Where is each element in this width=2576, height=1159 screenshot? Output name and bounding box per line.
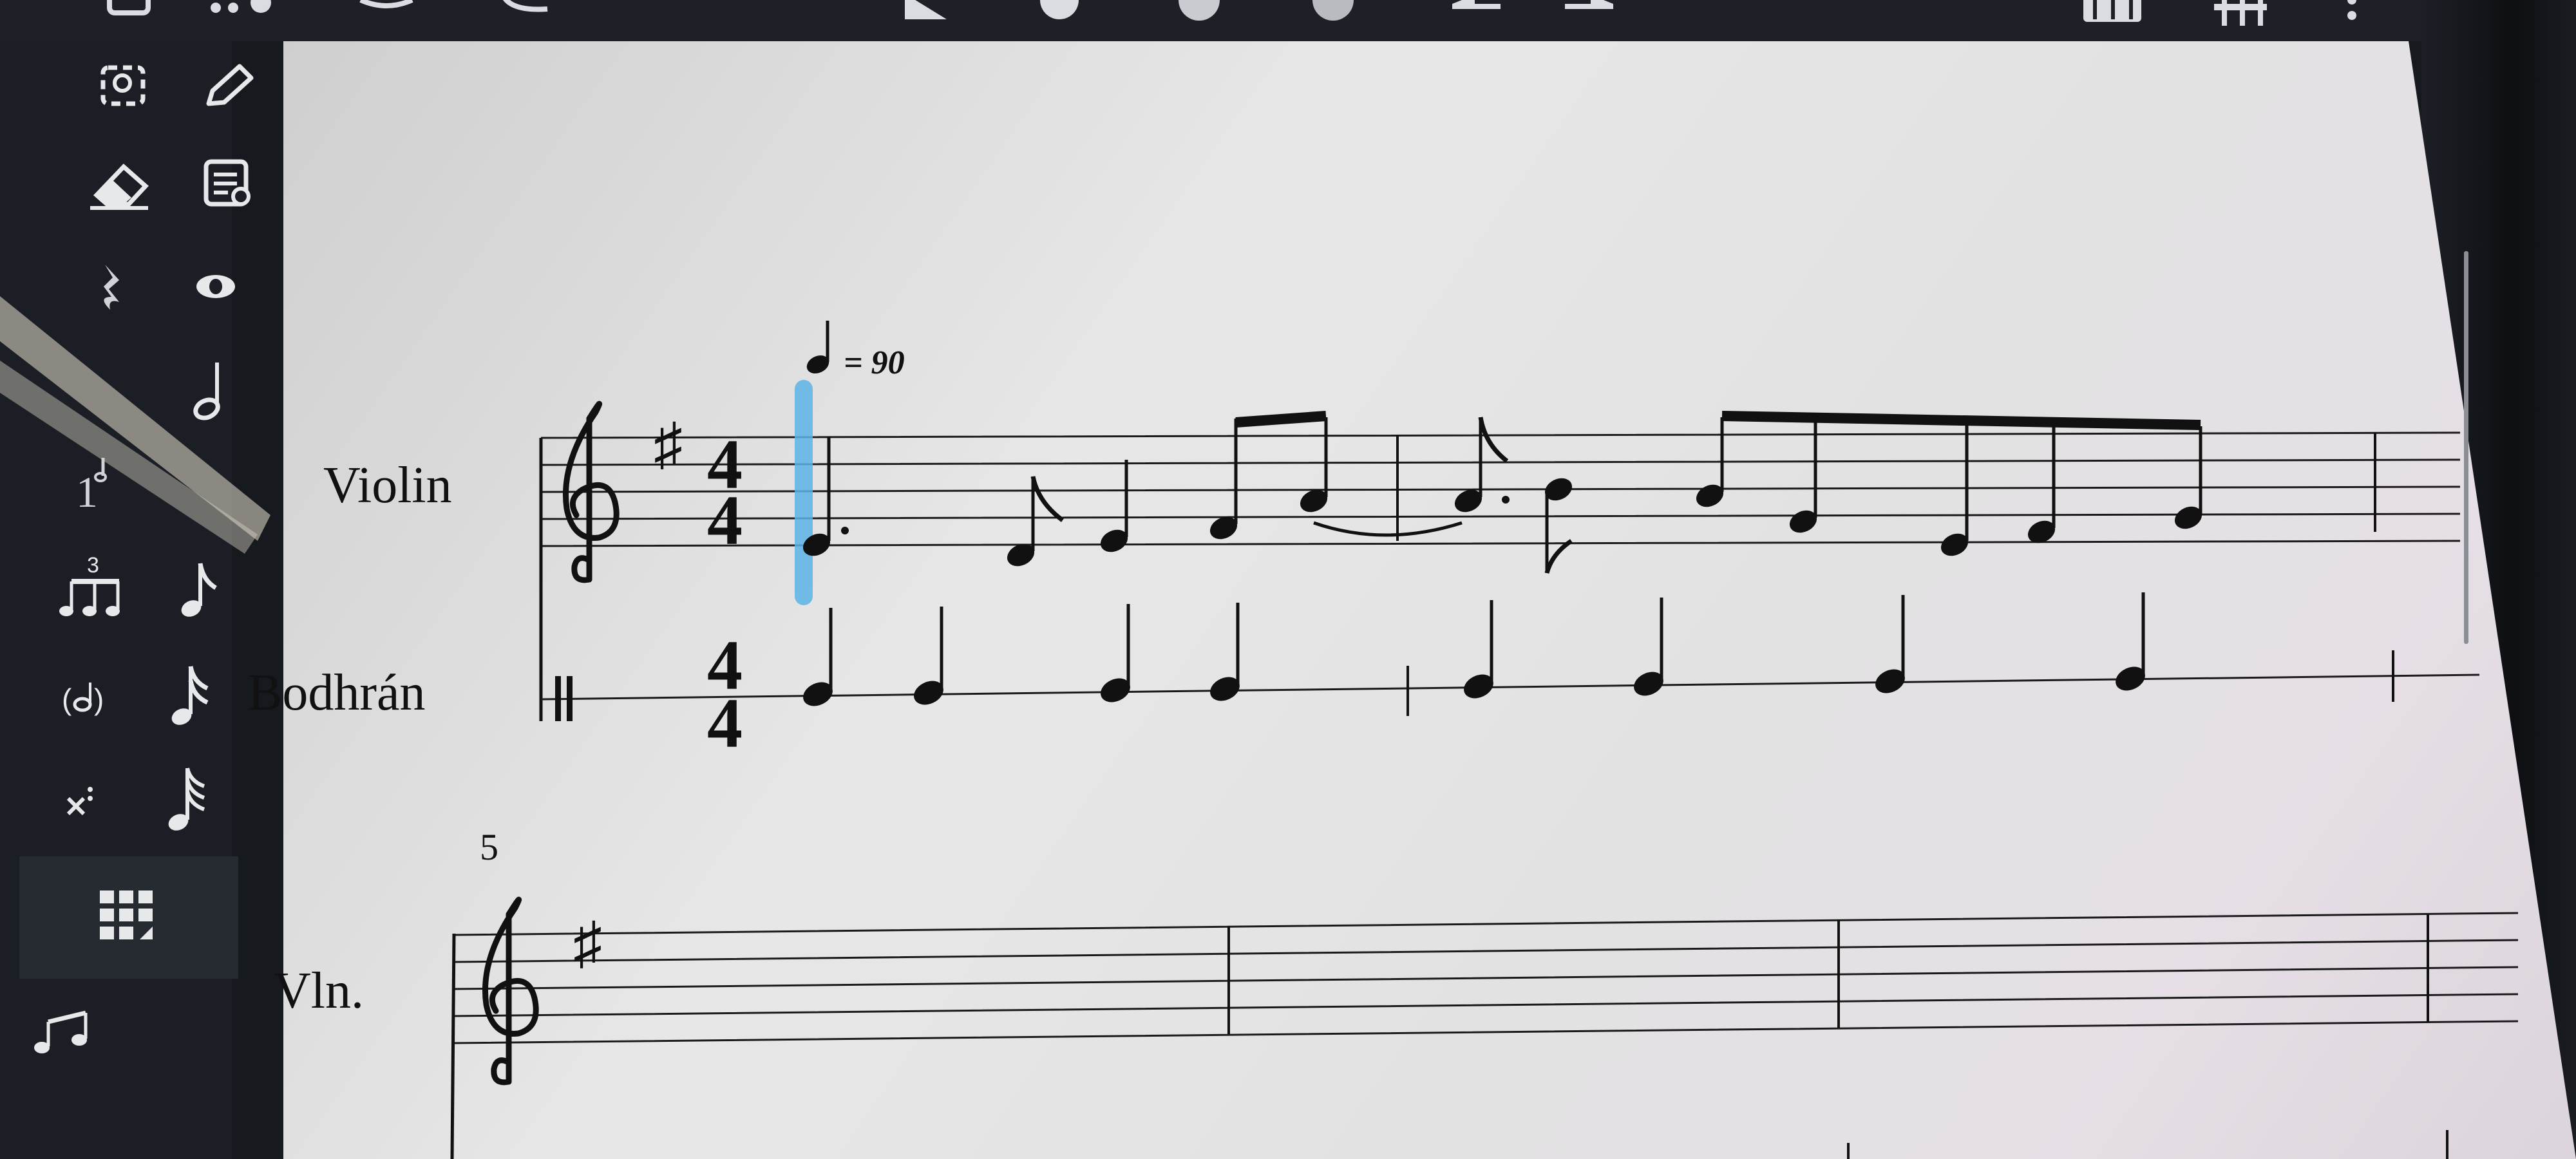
violin-notes[interactable] — [799, 411, 1463, 570]
page-scrollbar[interactable] — [2464, 251, 2468, 644]
score-canvas: ♯ 4 4 Violin = 90 4 4 Bodhrán 5 Vln. ♯ — [248, 251, 2519, 1159]
tempo-value: = 90 — [844, 344, 905, 381]
selection-cursor[interactable] — [795, 380, 813, 605]
treble-clef-icon-2 — [482, 896, 539, 1086]
violin-instrument-name: Violin — [323, 457, 452, 514]
lower-staff-tick — [1847, 1130, 2448, 1159]
measure-number: 5 — [480, 826, 498, 868]
violin-staff-2 — [453, 912, 2519, 1044]
violin-time-sig-bottom: 4 — [707, 481, 743, 560]
violin-notes-2[interactable] — [1451, 411, 2205, 574]
violin-short-name: Vln. — [274, 963, 364, 1019]
bodhran-time-sig-bottom: 4 — [707, 684, 743, 762]
system-bracket-2 — [450, 933, 456, 1159]
key-signature-sharp: ♯ — [654, 413, 683, 476]
key-signature-sharp-2: ♯ — [573, 912, 602, 975]
bodhran-instrument-name: Bodhrán — [248, 664, 426, 721]
tempo-marking: = 90 — [806, 321, 905, 381]
